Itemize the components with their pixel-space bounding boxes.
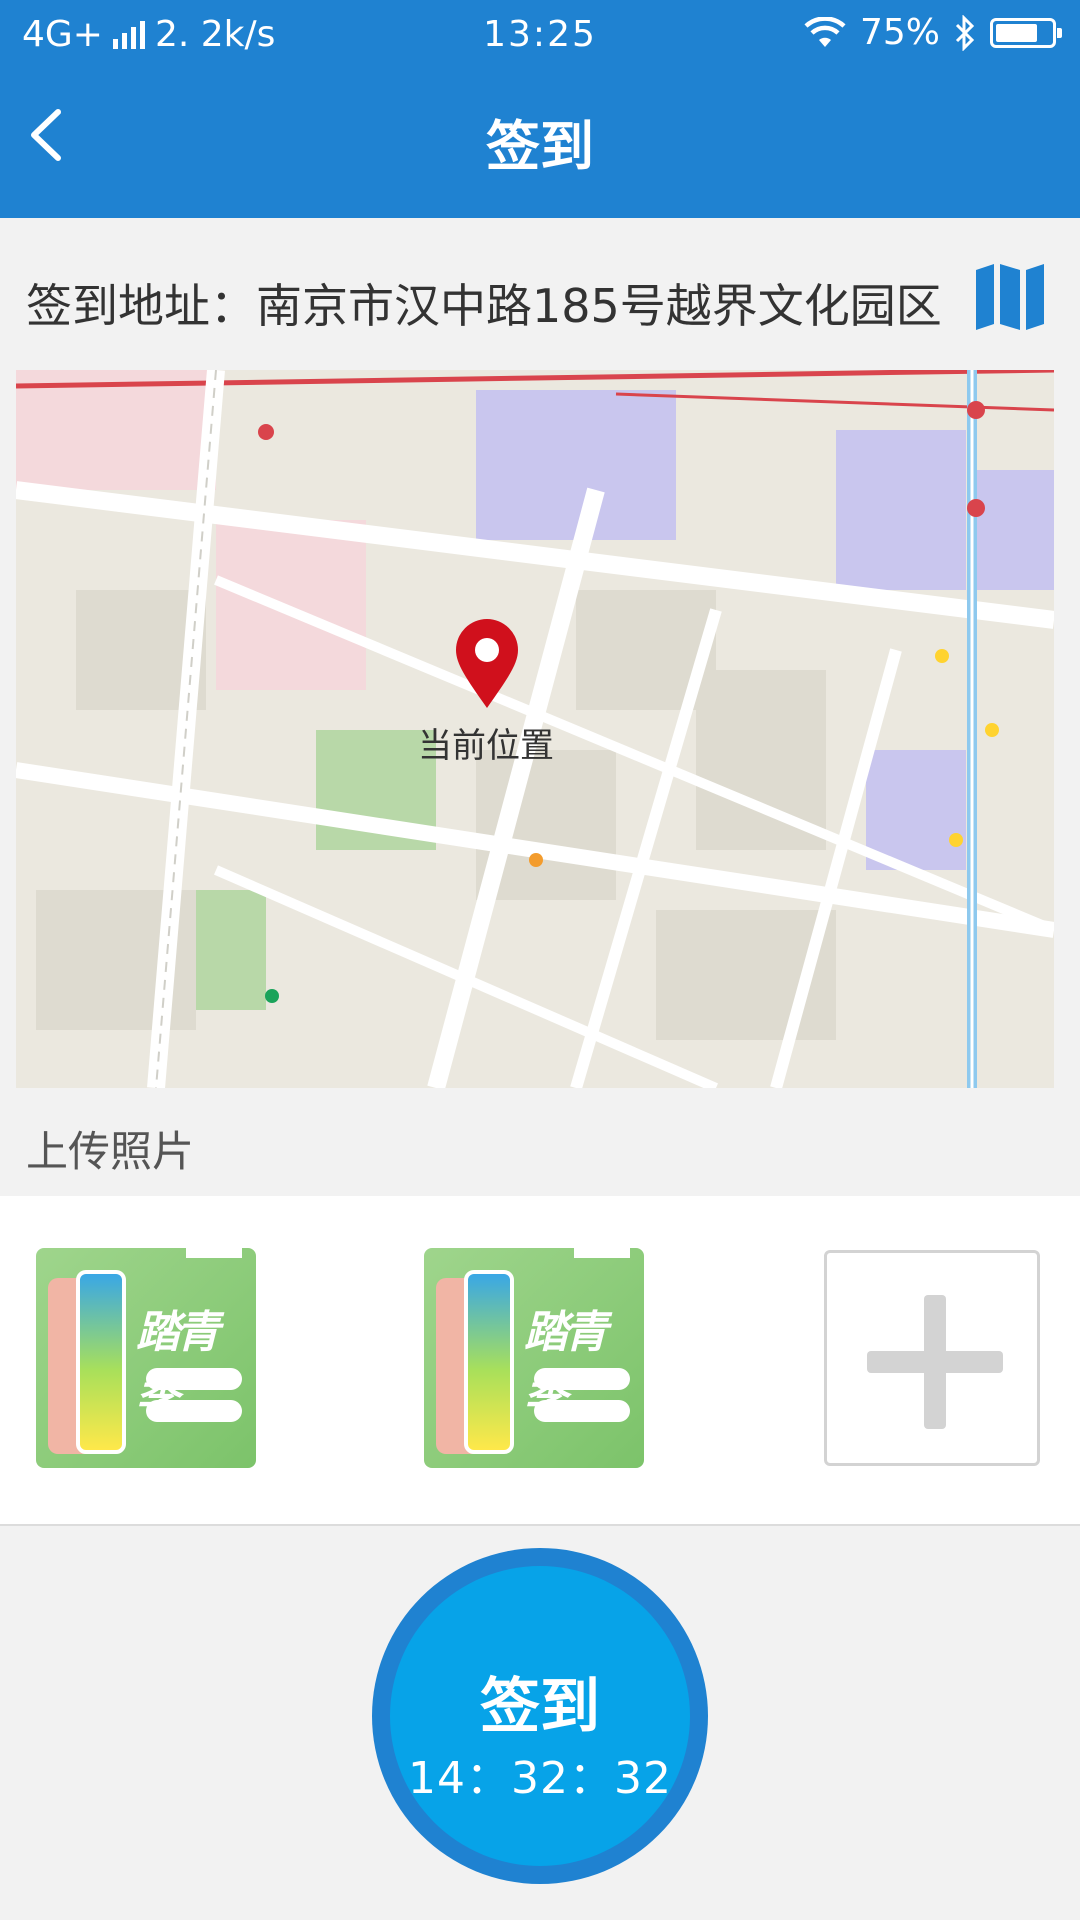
- checkin-address: 签到地址：南京市汉中路185号越界文化园区: [26, 279, 942, 333]
- map-view[interactable]: 当前位置: [16, 370, 1054, 1088]
- map-icon: [976, 264, 1044, 330]
- nav-bar: 签到: [0, 80, 1080, 190]
- current-location-label: 当前位置: [418, 726, 554, 766]
- wifi-icon: [804, 16, 846, 47]
- status-bar: 4G+ 2. 2k/s 13:25 75%: [0, 0, 1080, 72]
- checkin-label: 签到: [480, 1672, 600, 1742]
- photo-panel: 踏青季 踏青季: [0, 1196, 1080, 1526]
- battery-fill: [996, 23, 1037, 42]
- address-row: 签到地址：南京市汉中路185号越界文化园区: [0, 218, 1080, 368]
- battery-percent: 75%: [859, 12, 940, 53]
- upload-photo-label: 上传照片: [26, 1127, 195, 1176]
- photo-caption: 踏青季: [136, 1307, 220, 1422]
- battery-icon: [990, 17, 1062, 48]
- checkin-button[interactable]: 签到 14：32：32: [372, 1548, 708, 1884]
- photo-thumbnail[interactable]: 踏青季: [36, 1248, 256, 1468]
- map-view-button[interactable]: [972, 262, 1048, 332]
- photo-caption: 踏青季: [524, 1307, 608, 1422]
- photo-thumbnail[interactable]: 踏青季: [424, 1248, 644, 1468]
- add-photo-button[interactable]: [824, 1250, 1040, 1466]
- status-right: 75%: [804, 12, 1062, 53]
- app-header: 4G+ 2. 2k/s 13:25 75% 签到: [0, 0, 1080, 218]
- page-title: 签到: [486, 115, 594, 178]
- location-pin-icon: [454, 618, 520, 710]
- bluetooth-icon: [955, 14, 975, 51]
- checkin-time: 14：32：32: [408, 1753, 672, 1804]
